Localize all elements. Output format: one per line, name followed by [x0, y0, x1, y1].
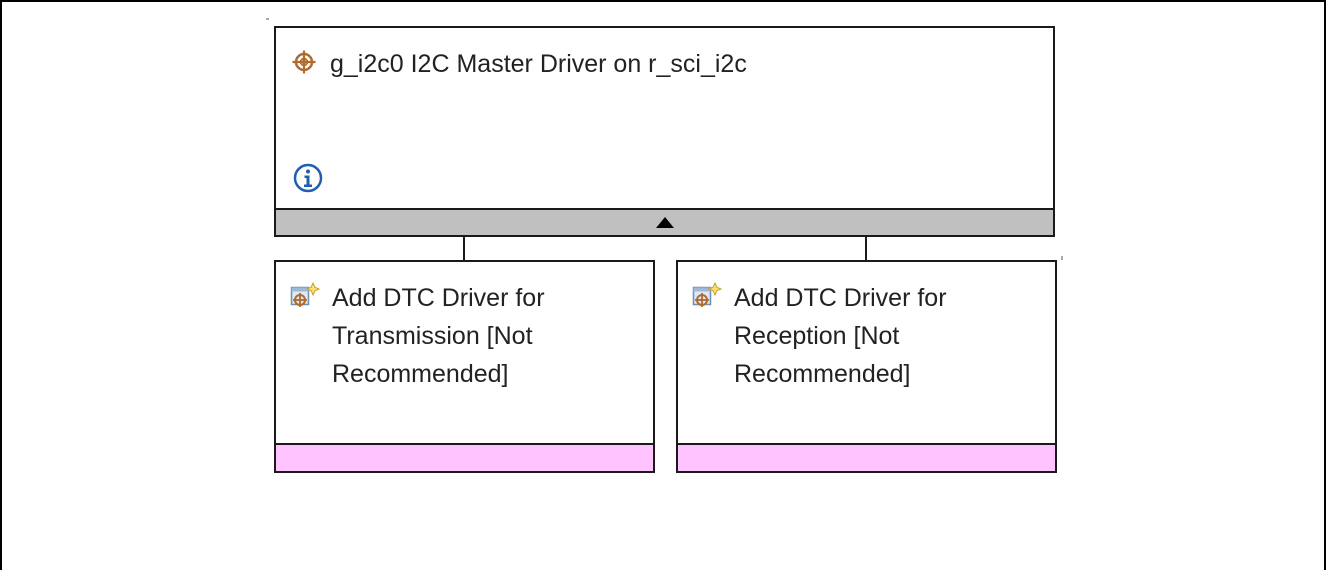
sub-module-label: Add DTC Driver for Reception [Not Recomm… — [734, 279, 947, 393]
canvas-mark — [1061, 256, 1063, 260]
label-line: Reception [Not — [734, 322, 900, 350]
info-icon[interactable] — [292, 162, 324, 194]
sub-module-content: Add DTC Driver for Transmission [Not Rec… — [290, 279, 545, 393]
add-module-icon — [692, 281, 723, 317]
sub-module-label: Add DTC Driver for Transmission [Not Rec… — [332, 279, 545, 393]
add-dtc-reception-block[interactable]: Add DTC Driver for Reception [Not Recomm… — [676, 260, 1057, 473]
target-crosshair-icon — [292, 50, 316, 79]
sub-module-content: Add DTC Driver for Reception [Not Recomm… — [692, 279, 947, 393]
requirement-status-bar — [678, 443, 1055, 471]
connector-line — [463, 237, 465, 261]
label-line: Recommended] — [332, 360, 509, 388]
main-module-header: g_i2c0 I2C Master Driver on r_sci_i2c — [292, 50, 747, 79]
main-module-title: g_i2c0 I2C Master Driver on r_sci_i2c — [330, 50, 747, 78]
label-line: Add DTC Driver for — [734, 284, 947, 312]
main-module-block[interactable]: g_i2c0 I2C Master Driver on r_sci_i2c — [274, 26, 1055, 237]
requirement-status-bar — [276, 443, 653, 471]
label-line: Recommended] — [734, 360, 911, 388]
connector-line — [865, 237, 867, 261]
add-module-icon — [290, 281, 321, 317]
collapse-toggle-bar[interactable] — [276, 208, 1053, 235]
label-line: Transmission [Not — [332, 322, 533, 350]
triangle-up-icon — [655, 217, 674, 228]
label-line: Add DTC Driver for — [332, 284, 545, 312]
canvas-mark — [266, 18, 269, 20]
add-dtc-transmission-block[interactable]: Add DTC Driver for Transmission [Not Rec… — [274, 260, 655, 473]
